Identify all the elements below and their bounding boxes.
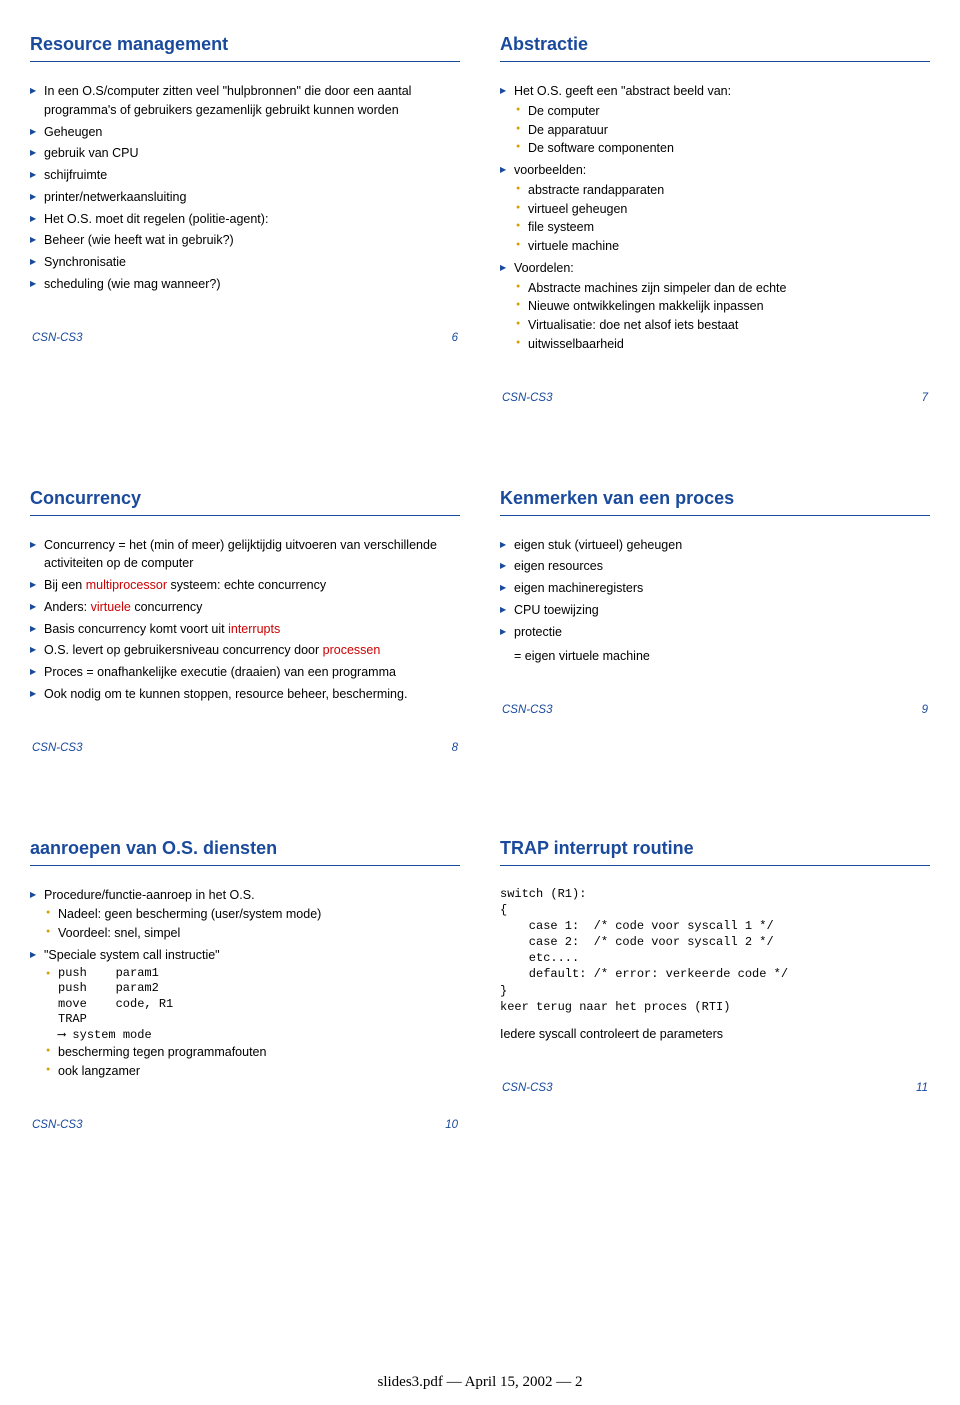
sub-item: virtuele machine (514, 237, 930, 256)
slide-footer: CSN-CS3 7 (500, 392, 930, 404)
list-item: schijfruimte (30, 166, 460, 185)
item-text: voorbeelden: (514, 163, 586, 177)
slide-footer: CSN-CS3 8 (30, 742, 460, 754)
sub-item: Nadeel: geen bescherming (user/system mo… (44, 905, 460, 924)
slide-title: Resource management (30, 30, 460, 62)
list-item: In een O.S/computer zitten veel "hulpbro… (30, 82, 460, 120)
item-text: "Speciale system call instructie" (44, 948, 220, 962)
slide-title: Kenmerken van een proces (500, 484, 930, 516)
footer-right: 10 (445, 1119, 458, 1131)
footer-left: CSN-CS3 (502, 1082, 552, 1094)
emphasis: multiprocessor (86, 578, 167, 592)
footer-left: CSN-CS3 (502, 392, 552, 404)
list-item: eigen stuk (virtueel) geheugen (500, 536, 930, 555)
footer-right: 11 (916, 1082, 928, 1094)
sub-item: Abstracte machines zijn simpeler dan de … (514, 279, 930, 298)
list-item: Beheer (wie heeft wat in gebruik?) (30, 231, 460, 250)
slide-content: Concurrency = het (min of meer) gelijkti… (30, 536, 460, 704)
slide-content: Procedure/functie-aanroep in het O.S. Na… (30, 886, 460, 1081)
slide-content: In een O.S/computer zitten veel "hulpbro… (30, 82, 460, 294)
list-item: Basis concurrency komt voort uit interru… (30, 620, 460, 639)
sub-item: uitwisselbaarheid (514, 335, 930, 354)
code-block: push param1 push param2 move code, R1 TR… (58, 966, 460, 1044)
sub-item: abstracte randapparaten (514, 181, 930, 200)
list-item: Procedure/functie-aanroep in het O.S. Na… (30, 886, 460, 943)
slide-footer: CSN-CS3 9 (500, 704, 930, 716)
emphasis: processen (323, 643, 381, 657)
document-footer: slides3.pdf — April 15, 2002 — 2 (0, 1374, 960, 1391)
footer-right: 9 (922, 704, 928, 716)
list-item: Synchronisatie (30, 253, 460, 272)
sub-item: push param1 push param2 move code, R1 TR… (44, 966, 460, 1044)
footer-left: CSN-CS3 (32, 1119, 82, 1131)
sub-item: De software componenten (514, 139, 930, 158)
list-item: CPU toewijzing (500, 601, 930, 620)
list-item: Proces = onafhankelijke executie (draaie… (30, 663, 460, 682)
list-item: Anders: virtuele concurrency (30, 598, 460, 617)
slide-abstractie: Abstractie Het O.S. geeft een "abstract … (500, 30, 930, 404)
note-text: Iedere syscall controleert de parameters (500, 1025, 930, 1044)
slide-concurrency: Concurrency Concurrency = het (min of me… (30, 484, 460, 754)
list-item: O.S. levert op gebruikersniveau concurre… (30, 641, 460, 660)
slide-footer: CSN-CS3 11 (500, 1082, 930, 1094)
slide-title: TRAP interrupt routine (500, 834, 930, 866)
sub-item: file systeem (514, 218, 930, 237)
sub-item: ook langzamer (44, 1062, 460, 1081)
sub-item: De apparatuur (514, 121, 930, 140)
item-text: Het O.S. geeft een "abstract beeld van: (514, 84, 731, 98)
slide-aanroepen: aanroepen van O.S. diensten Procedure/fu… (30, 834, 460, 1131)
slide-content: switch (R1): { case 1: /* code voor sysc… (500, 886, 930, 1044)
sub-item: Nieuwe ontwikkelingen makkelijk inpassen (514, 297, 930, 316)
list-item: Het O.S. geeft een "abstract beeld van: … (500, 82, 930, 158)
slide-resource-management: Resource management In een O.S/computer … (30, 30, 460, 404)
item-text: Voordelen: (514, 261, 574, 275)
footer-right: 7 (922, 392, 928, 404)
list-item: printer/netwerkaansluiting (30, 188, 460, 207)
sub-item: De computer (514, 102, 930, 121)
slide-content: eigen stuk (virtueel) geheugen eigen res… (500, 536, 930, 667)
list-item: voorbeelden: abstracte randapparaten vir… (500, 161, 930, 256)
footer-right: 8 (452, 742, 458, 754)
list-item: Concurrency = het (min of meer) gelijkti… (30, 536, 460, 574)
slide-grid: Resource management In een O.S/computer … (30, 30, 930, 1131)
footer-left: CSN-CS3 (32, 742, 82, 754)
list-item: Ook nodig om te kunnen stoppen, resource… (30, 685, 460, 704)
list-item: Voordelen: Abstracte machines zijn simpe… (500, 259, 930, 354)
list-item: Bij een multiprocessor systeem: echte co… (30, 576, 460, 595)
slide-footer: CSN-CS3 10 (30, 1119, 460, 1131)
slide-title: Concurrency (30, 484, 460, 516)
sub-item: bescherming tegen programmafouten (44, 1043, 460, 1062)
list-item: gebruik van CPU (30, 144, 460, 163)
sub-item: Virtualisatie: doe net alsof iets bestaa… (514, 316, 930, 335)
sub-item: virtueel geheugen (514, 200, 930, 219)
slide-title: Abstractie (500, 30, 930, 62)
list-item: eigen resources (500, 557, 930, 576)
list-item: Het O.S. moet dit regelen (politie-agent… (30, 210, 460, 229)
sub-item: Voordeel: snel, simpel (44, 924, 460, 943)
slide-title: aanroepen van O.S. diensten (30, 834, 460, 866)
list-item: eigen machineregisters (500, 579, 930, 598)
list-item: "Speciale system call instructie" push p… (30, 946, 460, 1081)
list-item: scheduling (wie mag wanneer?) (30, 275, 460, 294)
footer-right: 6 (452, 332, 458, 344)
code-block: switch (R1): { case 1: /* code voor sysc… (500, 886, 930, 1016)
slide-footer: CSN-CS3 6 (30, 332, 460, 344)
emphasis: interrupts (228, 622, 280, 636)
footer-left: CSN-CS3 (502, 704, 552, 716)
slide-kenmerken: Kenmerken van een proces eigen stuk (vir… (500, 484, 930, 754)
footer-left: CSN-CS3 (32, 332, 82, 344)
slide-content: Het O.S. geeft een "abstract beeld van: … (500, 82, 930, 354)
equation-line: = eigen virtuele machine (514, 647, 930, 666)
item-text: Procedure/functie-aanroep in het O.S. (44, 888, 255, 902)
list-item: Geheugen (30, 123, 460, 142)
slide-trap: TRAP interrupt routine switch (R1): { ca… (500, 834, 930, 1131)
list-item: protectie (500, 623, 930, 642)
emphasis: virtuele (91, 600, 131, 614)
